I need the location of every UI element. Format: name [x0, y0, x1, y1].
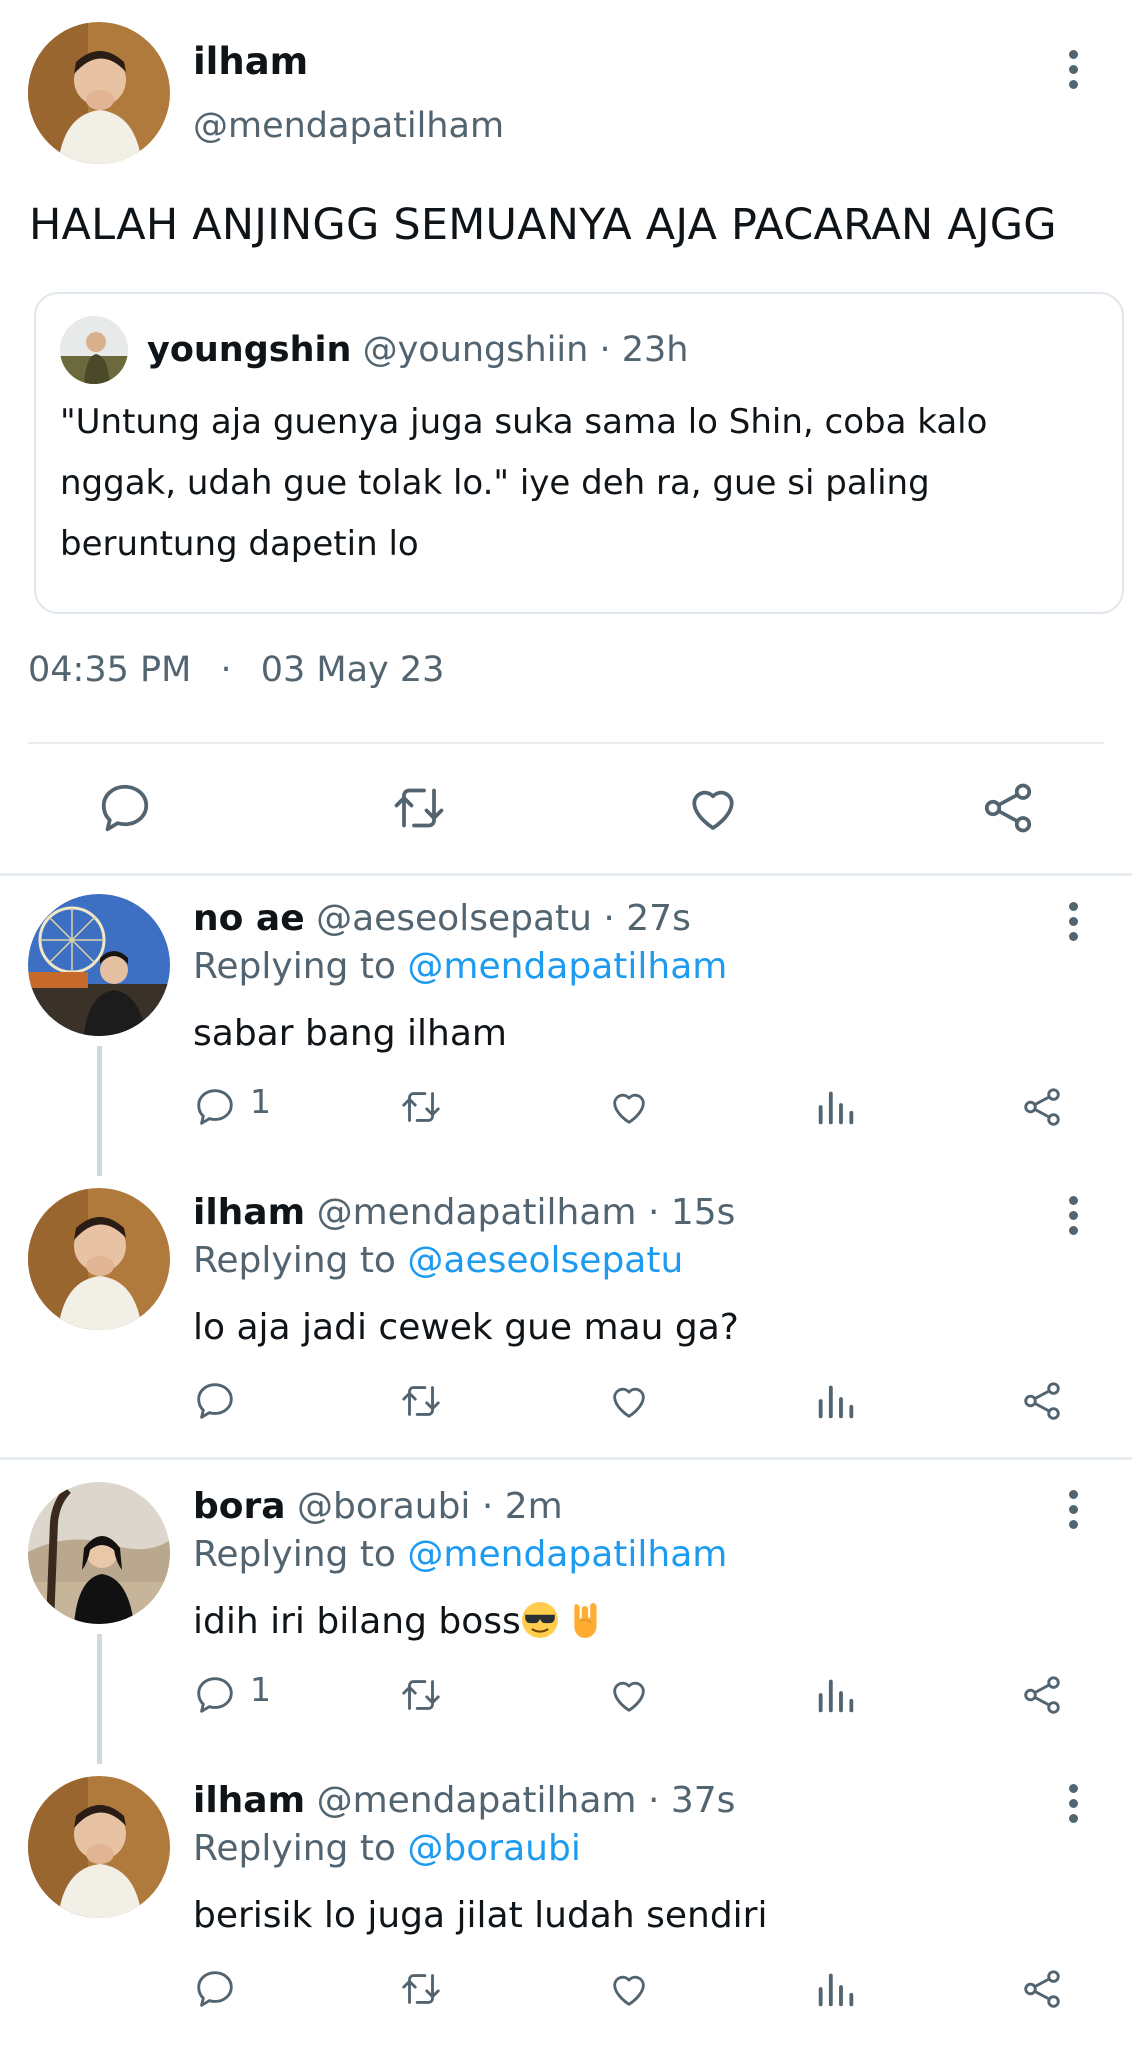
share-icon[interactable] — [1019, 1378, 1065, 1424]
like-icon[interactable] — [606, 1378, 652, 1424]
author-handle[interactable]: @mendapatilham — [193, 106, 504, 146]
more-icon[interactable] — [1063, 1490, 1083, 1534]
reply-avatar[interactable] — [28, 1188, 170, 1330]
reply-icon[interactable] — [192, 1378, 238, 1424]
more-icon[interactable] — [1063, 1196, 1083, 1240]
reply-text: idih iri bilang boss — [193, 1601, 521, 1642]
share-icon[interactable] — [978, 778, 1038, 838]
quoted-avatar — [60, 316, 128, 384]
replying-to: Replying to @aeseolsepatu — [193, 1240, 683, 1281]
reply-author-name[interactable]: no ae — [193, 898, 305, 939]
retweet-icon[interactable] — [398, 1672, 444, 1718]
replying-to-mention[interactable]: @mendapatilham — [407, 1534, 727, 1575]
section-divider — [0, 1457, 1132, 1460]
reply-tweet[interactable]: bora @boraubi · 2m Replying to @mendapat… — [0, 1464, 1132, 1764]
reply-text: berisik lo juga jilat ludah sendiri — [193, 1895, 768, 1936]
reply-icon[interactable] — [192, 1966, 238, 2012]
retweet-icon[interactable] — [398, 1966, 444, 2012]
quoted-text: "Untung aja guenya juga suka sama lo Shi… — [60, 402, 988, 564]
reply-count: 1 — [250, 1670, 271, 1709]
thread-line — [97, 1634, 102, 1764]
sunglasses-emoji — [521, 1602, 558, 1638]
views-icon[interactable] — [813, 1378, 859, 1424]
views-icon[interactable] — [813, 1672, 859, 1718]
views-icon[interactable] — [813, 1084, 859, 1130]
replying-to: Replying to @boraubi — [193, 1828, 581, 1869]
retweet-icon[interactable] — [389, 778, 449, 838]
divider — [28, 742, 1104, 744]
like-icon[interactable] — [606, 1966, 652, 2012]
views-icon[interactable] — [813, 1966, 859, 2012]
replying-to-prefix: Replying to — [193, 1534, 408, 1575]
reply-avatar[interactable] — [28, 1482, 170, 1624]
reply-avatar[interactable] — [28, 1776, 170, 1918]
tweet-date: 03 May 23 — [260, 650, 445, 690]
tweet-timestamp: 04:35 PM · 03 May 23 — [28, 650, 444, 690]
more-icon[interactable] — [1063, 1784, 1083, 1828]
reply-icon[interactable] — [192, 1084, 238, 1130]
quoted-name: youngshin — [147, 330, 352, 370]
replying-to: Replying to @mendapatilham — [193, 946, 727, 987]
replying-to-mention[interactable]: @aeseolsepatu — [407, 1240, 683, 1281]
tweet-text: HALAH ANJINGG SEMUANYA AJA PACARAN AJGG — [29, 200, 1057, 250]
main-tweet: ilham @mendapatilham HALAH ANJINGG SEMUA… — [0, 0, 1132, 873]
reply-tweet[interactable]: ilham @mendapatilham · 37s Replying to @… — [0, 1758, 1132, 2048]
replying-to-prefix: Replying to — [193, 1240, 408, 1281]
timestamp-dot: · — [220, 650, 232, 690]
share-icon[interactable] — [1019, 1084, 1065, 1130]
reply-author-name[interactable]: ilham — [193, 1192, 305, 1233]
reply-icon[interactable] — [95, 778, 155, 838]
reply-icon[interactable] — [192, 1672, 238, 1718]
more-icon[interactable] — [1063, 50, 1083, 94]
main-avatar[interactable] — [28, 22, 170, 164]
reply-text-container: idih iri bilang boss — [193, 1601, 605, 1642]
quoted-header: youngshin @youngshiin · 23h — [147, 330, 688, 370]
retweet-icon[interactable] — [398, 1084, 444, 1130]
reply-header: ilham @mendapatilham · 37s — [193, 1780, 735, 1821]
reply-text: sabar bang ilham — [193, 1013, 507, 1054]
reply-author-name[interactable]: ilham — [193, 1780, 305, 1821]
reply-author-meta[interactable]: @aeseolsepatu · 27s — [316, 898, 691, 939]
rock-on-hand-emoji — [574, 1603, 597, 1638]
replying-to: Replying to @mendapatilham — [193, 1534, 727, 1575]
reply-header: no ae @aeseolsepatu · 27s — [193, 898, 691, 939]
share-icon[interactable] — [1019, 1672, 1065, 1718]
more-icon[interactable] — [1063, 902, 1083, 946]
replying-to-mention[interactable]: @mendapatilham — [407, 946, 727, 987]
reply-author-meta[interactable]: @boraubi · 2m — [297, 1486, 563, 1527]
reply-text: lo aja jadi cewek gue mau ga? — [193, 1307, 739, 1348]
quoted-meta: @youngshiin · 23h — [362, 330, 689, 370]
reply-avatar[interactable] — [28, 894, 170, 1036]
like-icon[interactable] — [606, 1084, 652, 1130]
replying-to-prefix: Replying to — [193, 946, 408, 987]
reply-header: ilham @mendapatilham · 15s — [193, 1192, 735, 1233]
reply-tweet[interactable]: ilham @mendapatilham · 15s Replying to @… — [0, 1170, 1132, 1463]
retweet-icon[interactable] — [398, 1378, 444, 1424]
thread-line — [97, 1046, 102, 1176]
tweet-time: 04:35 PM — [28, 650, 192, 690]
reply-author-meta[interactable]: @mendapatilham · 37s — [317, 1780, 736, 1821]
author-name[interactable]: ilham — [193, 40, 308, 83]
replying-to-prefix: Replying to — [193, 1828, 408, 1869]
reply-author-meta[interactable]: @mendapatilham · 15s — [317, 1192, 736, 1233]
replying-to-mention[interactable]: @boraubi — [407, 1828, 580, 1869]
reply-tweet[interactable]: no ae @aeseolsepatu · 27s Replying to @m… — [0, 876, 1132, 1176]
share-icon[interactable] — [1019, 1966, 1065, 2012]
quoted-tweet[interactable]: youngshin @youngshiin · 23h "Untung aja … — [34, 292, 1124, 614]
reply-author-name[interactable]: bora — [193, 1486, 286, 1527]
like-icon[interactable] — [606, 1672, 652, 1718]
reply-count: 1 — [250, 1082, 271, 1121]
reply-header: bora @boraubi · 2m — [193, 1486, 563, 1527]
like-icon[interactable] — [683, 778, 743, 838]
